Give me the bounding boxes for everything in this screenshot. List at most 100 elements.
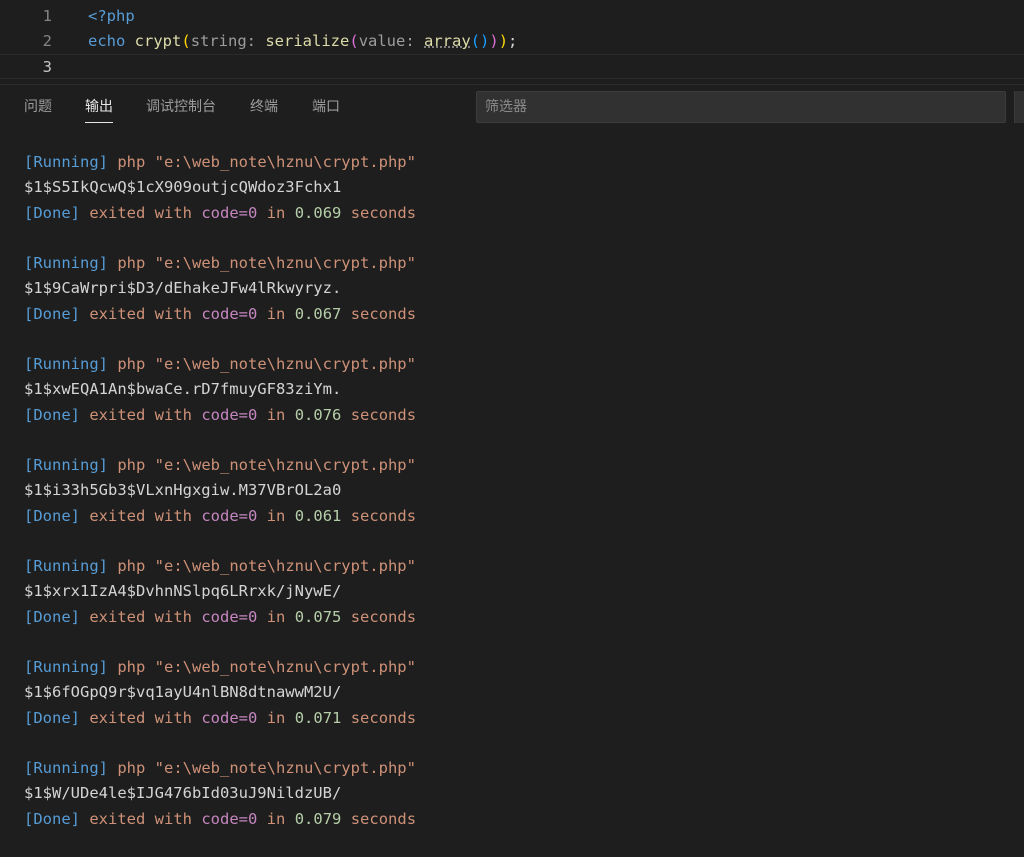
code-line[interactable]: 3 — [0, 54, 1024, 79]
tab-debug-console[interactable]: 调试控制台 — [146, 97, 216, 117]
seconds-text: seconds — [350, 607, 417, 626]
exit-code: code=0 — [201, 203, 258, 222]
code-token: echo — [88, 32, 135, 50]
seconds-text: seconds — [350, 304, 417, 323]
running-tag: [Running] — [24, 254, 108, 272]
run-command: php "e:\web_note\hznu\crypt.php" — [117, 355, 416, 373]
done-line: [Done] exited with code=0 in 0.067 secon… — [24, 302, 416, 327]
crypt-hash: $1$6fOGpQ9r$vq1ayU4nlBN8dtnawwM2U/ — [24, 683, 342, 702]
elapsed-time: 0.071 — [294, 708, 342, 727]
seconds-text: seconds — [350, 809, 417, 828]
done-tag: [Done] — [24, 708, 80, 727]
code-token: serialize — [265, 32, 350, 50]
in-text: in — [266, 405, 286, 424]
in-text: in — [266, 708, 286, 727]
done-line: [Done] exited with code=0 in 0.069 secon… — [24, 201, 416, 226]
exited-text: exited with — [89, 304, 192, 323]
exited-text: exited with — [89, 708, 192, 727]
in-text: in — [266, 607, 286, 626]
run-command: php "e:\web_note\hznu\crypt.php" — [117, 456, 416, 474]
code-text: <?php — [88, 4, 135, 29]
hash-line: $1$9CaWrpri$D3/dEhakeJFw4lRkwyryz. — [24, 276, 416, 301]
running-line: [Running] php "e:\web_note\hznu\crypt.ph… — [24, 453, 416, 478]
running-line: [Running] php "e:\web_note\hznu\crypt.ph… — [24, 352, 416, 377]
elapsed-time: 0.061 — [294, 506, 342, 525]
tab-terminal[interactable]: 终端 — [250, 97, 278, 117]
code-token: <?php — [88, 7, 135, 25]
done-tag: [Done] — [24, 809, 80, 828]
code-line[interactable]: 2 echo crypt(string: serialize(value: arr… — [0, 29, 1024, 54]
exited-text: exited with — [89, 607, 192, 626]
done-tag: [Done] — [24, 506, 80, 525]
done-tag: [Done] — [24, 607, 80, 626]
line-number: 2 — [42, 32, 52, 50]
hash-line: $1$S5IkQcwQ$1cX909outjcQWdoz3Fchx1 — [24, 175, 416, 200]
hash-line: $1$W/UDe4le$IJG476bId03uJ9NildzUB/ — [24, 781, 416, 806]
running-line: [Running] php "e:\web_note\hznu\crypt.ph… — [24, 554, 416, 579]
in-text: in — [266, 809, 286, 828]
exit-code: code=0 — [201, 607, 258, 626]
running-line: [Running] php "e:\web_note\hznu\crypt.ph… — [24, 756, 416, 781]
running-tag: [Running] — [24, 759, 108, 777]
running-line: [Running] php "e:\web_note\hznu\crypt.ph… — [24, 150, 416, 175]
hash-line: $1$xrx1IzA4$DvhnNSlpq6LRrxk/jNywE/ — [24, 579, 416, 604]
line-number: 3 — [42, 58, 52, 76]
exit-code: code=0 — [201, 304, 258, 323]
running-tag: [Running] — [24, 456, 108, 474]
crypt-hash: $1$i33h5Gb3$VLxnHgxgiw.M37VBrOL2a0 — [24, 481, 342, 500]
run-command: php "e:\web_note\hznu\crypt.php" — [117, 658, 416, 676]
crypt-hash: $1$S5IkQcwQ$1cX909outjcQWdoz3Fchx1 — [24, 178, 342, 197]
code-line[interactable]: 1 <?php — [0, 4, 1024, 29]
panel-tab-bar: 问题 输出 调试控制台 终端 端口 — [0, 84, 1024, 129]
crypt-hash: $1$xrx1IzA4$DvhnNSlpq6LRrxk/jNywE/ — [24, 582, 342, 601]
run-command: php "e:\web_note\hznu\crypt.php" — [117, 557, 416, 575]
run-command: php "e:\web_note\hznu\crypt.php" — [117, 254, 416, 272]
done-tag: [Done] — [24, 304, 80, 323]
run-block: [Running] php "e:\web_note\hznu\crypt.ph… — [24, 150, 416, 226]
output-log: [Running] php "e:\web_note\hznu\crypt.ph… — [24, 150, 416, 857]
done-line: [Done] exited with code=0 in 0.079 secon… — [24, 807, 416, 832]
seconds-text: seconds — [350, 405, 417, 424]
code-token: value: — [358, 32, 425, 50]
seconds-text: seconds — [350, 708, 417, 727]
output-channel-select[interactable] — [1014, 91, 1024, 123]
tab-ports[interactable]: 端口 — [312, 97, 340, 117]
running-line: [Running] php "e:\web_note\hznu\crypt.ph… — [24, 655, 416, 680]
done-tag: [Done] — [24, 203, 80, 222]
crypt-hash: $1$9CaWrpri$D3/dEhakeJFw4lRkwyryz. — [24, 279, 342, 298]
tab-output[interactable]: 输出 — [85, 97, 113, 123]
run-block: [Running] php "e:\web_note\hznu\crypt.ph… — [24, 655, 416, 731]
tab-problems[interactable]: 问题 — [24, 97, 52, 117]
running-tag: [Running] — [24, 355, 108, 373]
run-block: [Running] php "e:\web_note\hznu\crypt.ph… — [24, 251, 416, 327]
exited-text: exited with — [89, 809, 192, 828]
exit-code: code=0 — [201, 405, 258, 424]
hash-line: $1$xwEQA1An$bwaCe.rD7fmuyGF83ziYm. — [24, 377, 416, 402]
running-tag: [Running] — [24, 557, 108, 575]
line-number: 1 — [42, 7, 52, 25]
done-line: [Done] exited with code=0 in 0.075 secon… — [24, 605, 416, 630]
run-command: php "e:\web_note\hznu\crypt.php" — [117, 759, 416, 777]
code-token: ( — [181, 32, 191, 50]
filter-input[interactable] — [477, 92, 1005, 122]
done-line: [Done] exited with code=0 in 0.071 secon… — [24, 706, 416, 731]
code-token: ) — [498, 32, 509, 50]
exit-code: code=0 — [201, 809, 258, 828]
seconds-text: seconds — [350, 203, 417, 222]
code-token: () — [470, 32, 490, 50]
crypt-hash: $1$xwEQA1An$bwaCe.rD7fmuyGF83ziYm. — [24, 380, 342, 399]
hash-line: $1$6fOGpQ9r$vq1ayU4nlBN8dtnawwM2U/ — [24, 680, 416, 705]
code-token: ; — [508, 32, 518, 50]
exit-code: code=0 — [201, 506, 258, 525]
in-text: in — [266, 304, 286, 323]
run-block: [Running] php "e:\web_note\hznu\crypt.ph… — [24, 554, 416, 630]
exit-code: code=0 — [201, 708, 258, 727]
code-editor[interactable]: 1 <?php 2 echo crypt(string: serialize(valu… — [0, 0, 1024, 84]
done-tag: [Done] — [24, 405, 80, 424]
code-text: echo crypt(string: serialize(value: arra… — [88, 29, 517, 54]
running-line: [Running] php "e:\web_note\hznu\crypt.ph… — [24, 251, 416, 276]
run-command: php "e:\web_note\hznu\crypt.php" — [117, 153, 416, 171]
run-block: [Running] php "e:\web_note\hznu\crypt.ph… — [24, 756, 416, 832]
elapsed-time: 0.069 — [294, 203, 342, 222]
elapsed-time: 0.076 — [294, 405, 342, 424]
